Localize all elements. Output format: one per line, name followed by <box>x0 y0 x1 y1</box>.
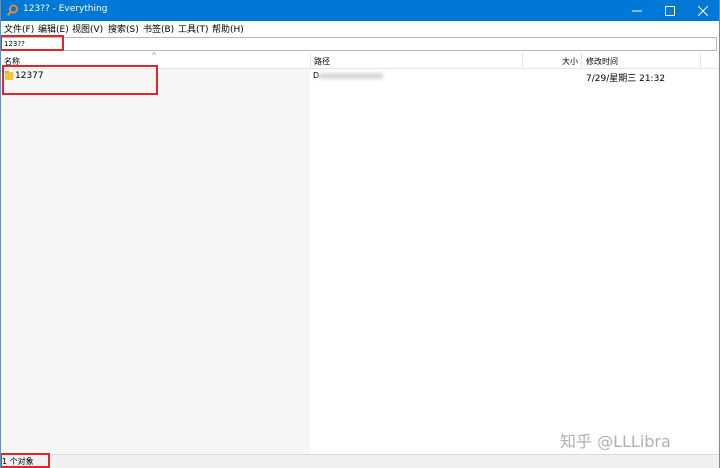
results-list[interactable]: 12377 D 7/29/星期三 21:32 <box>0 69 720 454</box>
column-header-modified[interactable]: 修改时间 <box>586 56 618 67</box>
menu-help[interactable]: 帮助(H) <box>212 22 244 35</box>
menu-search[interactable]: 搜索(S) <box>108 22 139 35</box>
column-divider[interactable] <box>700 53 701 68</box>
list-item[interactable]: 12377 D 7/29/星期三 21:32 <box>0 69 720 84</box>
maximize-button[interactable] <box>653 0 686 21</box>
title-bar[interactable]: 123?? - Everything <box>0 0 720 21</box>
result-name: 12377 <box>15 71 44 81</box>
column-header-row: 名称 ^ 路径 大小 修改时间 <box>0 52 720 69</box>
name-column-background <box>1 69 310 454</box>
menu-bookmarks[interactable]: 书签(B) <box>143 22 174 35</box>
status-count: 1 个对象 <box>2 457 34 466</box>
menu-tools[interactable]: 工具(T) <box>178 22 209 35</box>
blurred-path-text <box>319 73 383 79</box>
search-box <box>1 37 717 51</box>
sort-ascending-icon: ^ <box>151 52 157 60</box>
menu-edit[interactable]: 编辑(E) <box>38 22 69 35</box>
status-bar: 1 个对象 <box>0 454 720 468</box>
column-divider[interactable] <box>310 53 311 68</box>
everything-app-icon <box>6 4 18 17</box>
close-button[interactable] <box>686 0 719 21</box>
search-input[interactable] <box>2 38 716 50</box>
window-title: 123?? - Everything <box>23 4 108 14</box>
menu-file[interactable]: 文件(F) <box>4 22 34 35</box>
column-divider[interactable] <box>522 53 523 68</box>
folder-icon <box>5 71 13 80</box>
menu-bar: 文件(F) 编辑(E) 视图(V) 搜索(S) 书签(B) 工具(T) 帮助(H… <box>0 21 720 35</box>
watermark: 知乎 @LLLibra <box>560 432 671 451</box>
column-divider[interactable] <box>581 53 582 68</box>
menu-view[interactable]: 视图(V) <box>72 22 103 35</box>
close-icon <box>697 5 708 16</box>
column-header-size[interactable]: 大小 <box>562 56 578 67</box>
result-modified: 7/29/星期三 21:32 <box>586 74 666 84</box>
minimize-icon <box>631 10 642 11</box>
maximize-icon <box>664 5 675 16</box>
column-header-path[interactable]: 路径 <box>314 56 330 67</box>
minimize-button[interactable] <box>620 0 653 21</box>
column-header-name[interactable]: 名称 <box>4 56 20 67</box>
